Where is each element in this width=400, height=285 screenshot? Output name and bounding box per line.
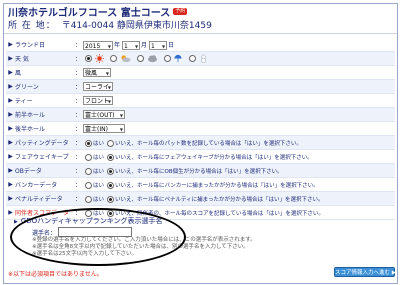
round-date-label: ラウンド日 — [15, 38, 73, 52]
triangle-right-icon: ▶ — [6, 38, 15, 52]
triangle-right-icon: ▶ — [6, 79, 15, 94]
fairway-yes-radio[interactable] — [85, 153, 92, 161]
row-fairway: ▶ フェアウェイキープ ： はい いいえ、ホール毎にフェアウェイキープが分かる場合… — [6, 149, 395, 164]
row-green: ▶ グリーン ： ▼ コーライ — [6, 79, 395, 94]
round-settings-table: ▶ ラウンド日 ： ▼ 2015 年 ▼ 1 月 ▼ 1 日 ▶ 天 気 ： ▶… — [6, 38, 395, 220]
weather-label: 天 気 — [15, 51, 73, 66]
tee-label: ティー — [15, 93, 73, 108]
fairway-label: フェアウェイキープ — [15, 149, 73, 164]
year-select[interactable]: ▼ 2015 — [83, 40, 113, 50]
row-ob: ▶ OBデータ ： はい いいえ、ホール毎にOB個生が分かる場合は「はい」を選択下… — [6, 163, 395, 178]
cloud-icon — [147, 55, 157, 63]
weather-radio-cloudy[interactable] — [136, 55, 144, 62]
penalty-yes-radio[interactable] — [85, 195, 92, 203]
chevron-down-icon: ▼ — [134, 43, 139, 49]
putting-yes-radio[interactable] — [85, 139, 92, 147]
back-hole-select[interactable]: ▼ 富士(IN) — [83, 124, 125, 133]
wind-label: 風 — [15, 65, 73, 80]
row-weather: ▶ 天 気 ： — [6, 51, 395, 66]
triangle-right-icon: ▶ — [6, 135, 15, 150]
bunker-label: バンカーデータ — [15, 177, 73, 192]
course-header: 川奈ホテルゴルフコース 富士コース 予約 所 在 地： 〒414-0044 静岡… — [4, 4, 397, 34]
weather-radio-rain[interactable] — [163, 55, 171, 62]
sun-icon — [94, 54, 104, 63]
highlight-ellipse — [10, 208, 186, 266]
row-front-hole: ▶ 前半ホール ： ▼ 富士(OUT) — [6, 107, 395, 122]
green-label: グリーン — [15, 79, 73, 94]
penalty-no-radio[interactable] — [107, 195, 115, 203]
row-tee: ▶ ティー ： ▼ フロント — [6, 93, 395, 108]
triangle-right-icon: ▶ — [6, 191, 15, 206]
chevron-down-icon: ▼ — [105, 71, 109, 76]
row-bunker: ▶ バンカーデータ ： はい いいえ、ホール毎にバンカーに捕まったかが分かる場合は… — [6, 177, 395, 192]
ob-yes-radio[interactable] — [85, 167, 92, 175]
chevron-down-icon: ▼ — [119, 127, 123, 132]
next-score-input-button[interactable]: スコア情報入力へ進む ▶ — [334, 267, 396, 277]
snow-icon — [201, 54, 207, 63]
chevron-down-icon: ▼ — [161, 43, 166, 49]
course-name: 川奈ホテルゴルフコース 富士コース — [8, 8, 171, 19]
partly-cloudy-icon — [121, 55, 131, 63]
putting-label: パッティングデータ — [15, 135, 73, 150]
wind-select[interactable]: ▼ 微風 — [83, 68, 111, 77]
address-value: 〒414-0044 静岡県伊東市川奈1459 — [61, 21, 212, 31]
weather-radio-partly-cloudy[interactable] — [109, 55, 117, 62]
triangle-right-icon: ▶ — [6, 107, 15, 122]
putting-no-radio[interactable] — [107, 139, 115, 147]
reservation-badge: 予約 — [173, 8, 188, 15]
triangle-right-icon: ▶ — [6, 93, 15, 108]
day-select[interactable]: ▼ 1 — [149, 40, 168, 50]
triangle-right-icon: ▶ — [6, 121, 15, 136]
address-label: 所 在 地： — [8, 21, 56, 31]
required-note: ※以下は必須項目ではありません。 — [8, 271, 103, 278]
weather-radio-snow[interactable] — [189, 55, 197, 62]
front-hole-label: 前半ホール — [15, 107, 73, 122]
row-back-hole: ▶ 後半ホール ： ▼ 富士(IN) — [6, 121, 395, 136]
row-putting: ▶ パッティングデータ ： はい いいえ、ホール毎のパット数を記録している場合は「… — [6, 135, 395, 150]
triangle-right-icon: ▶ — [6, 149, 15, 164]
chevron-down-icon: ▼ — [119, 113, 123, 118]
score-entry-page: 川奈ホテルゴルフコース 富士コース 予約 所 在 地： 〒414-0044 静岡… — [3, 3, 398, 284]
rain-icon — [174, 54, 183, 63]
penalty-label: ペナルティデータ — [15, 191, 73, 206]
triangle-right-icon: ▶ — [6, 177, 15, 192]
ob-no-radio[interactable] — [107, 167, 115, 175]
front-hole-select[interactable]: ▼ 富士(OUT) — [83, 110, 125, 119]
green-select[interactable]: ▼ コーライ — [83, 82, 113, 91]
tee-select[interactable]: ▼ フロント — [83, 96, 113, 105]
ob-label: OBデータ — [15, 163, 73, 178]
row-round-date: ▶ ラウンド日 ： ▼ 2015 年 ▼ 1 月 ▼ 1 日 — [6, 38, 395, 52]
bunker-yes-radio[interactable] — [85, 181, 92, 189]
bunker-no-radio[interactable] — [107, 181, 115, 189]
chevron-down-icon: ▼ — [107, 43, 111, 49]
row-wind: ▶ 風 ： ▼ 微風 — [6, 65, 395, 80]
triangle-right-icon: ▶ — [6, 51, 15, 66]
fairway-no-radio[interactable] — [107, 153, 115, 161]
triangle-right-icon: ▶ — [6, 65, 15, 80]
row-penalty: ▶ ペナルティデータ ： はい いいえ、ホール毎にペナルティに捕まったかが分かる場… — [6, 191, 395, 206]
triangle-right-icon: ▶ — [6, 163, 15, 178]
month-select[interactable]: ▼ 1 — [122, 40, 141, 50]
weather-radio-sunny[interactable] — [85, 55, 92, 62]
back-hole-label: 後半ホール — [15, 121, 73, 136]
